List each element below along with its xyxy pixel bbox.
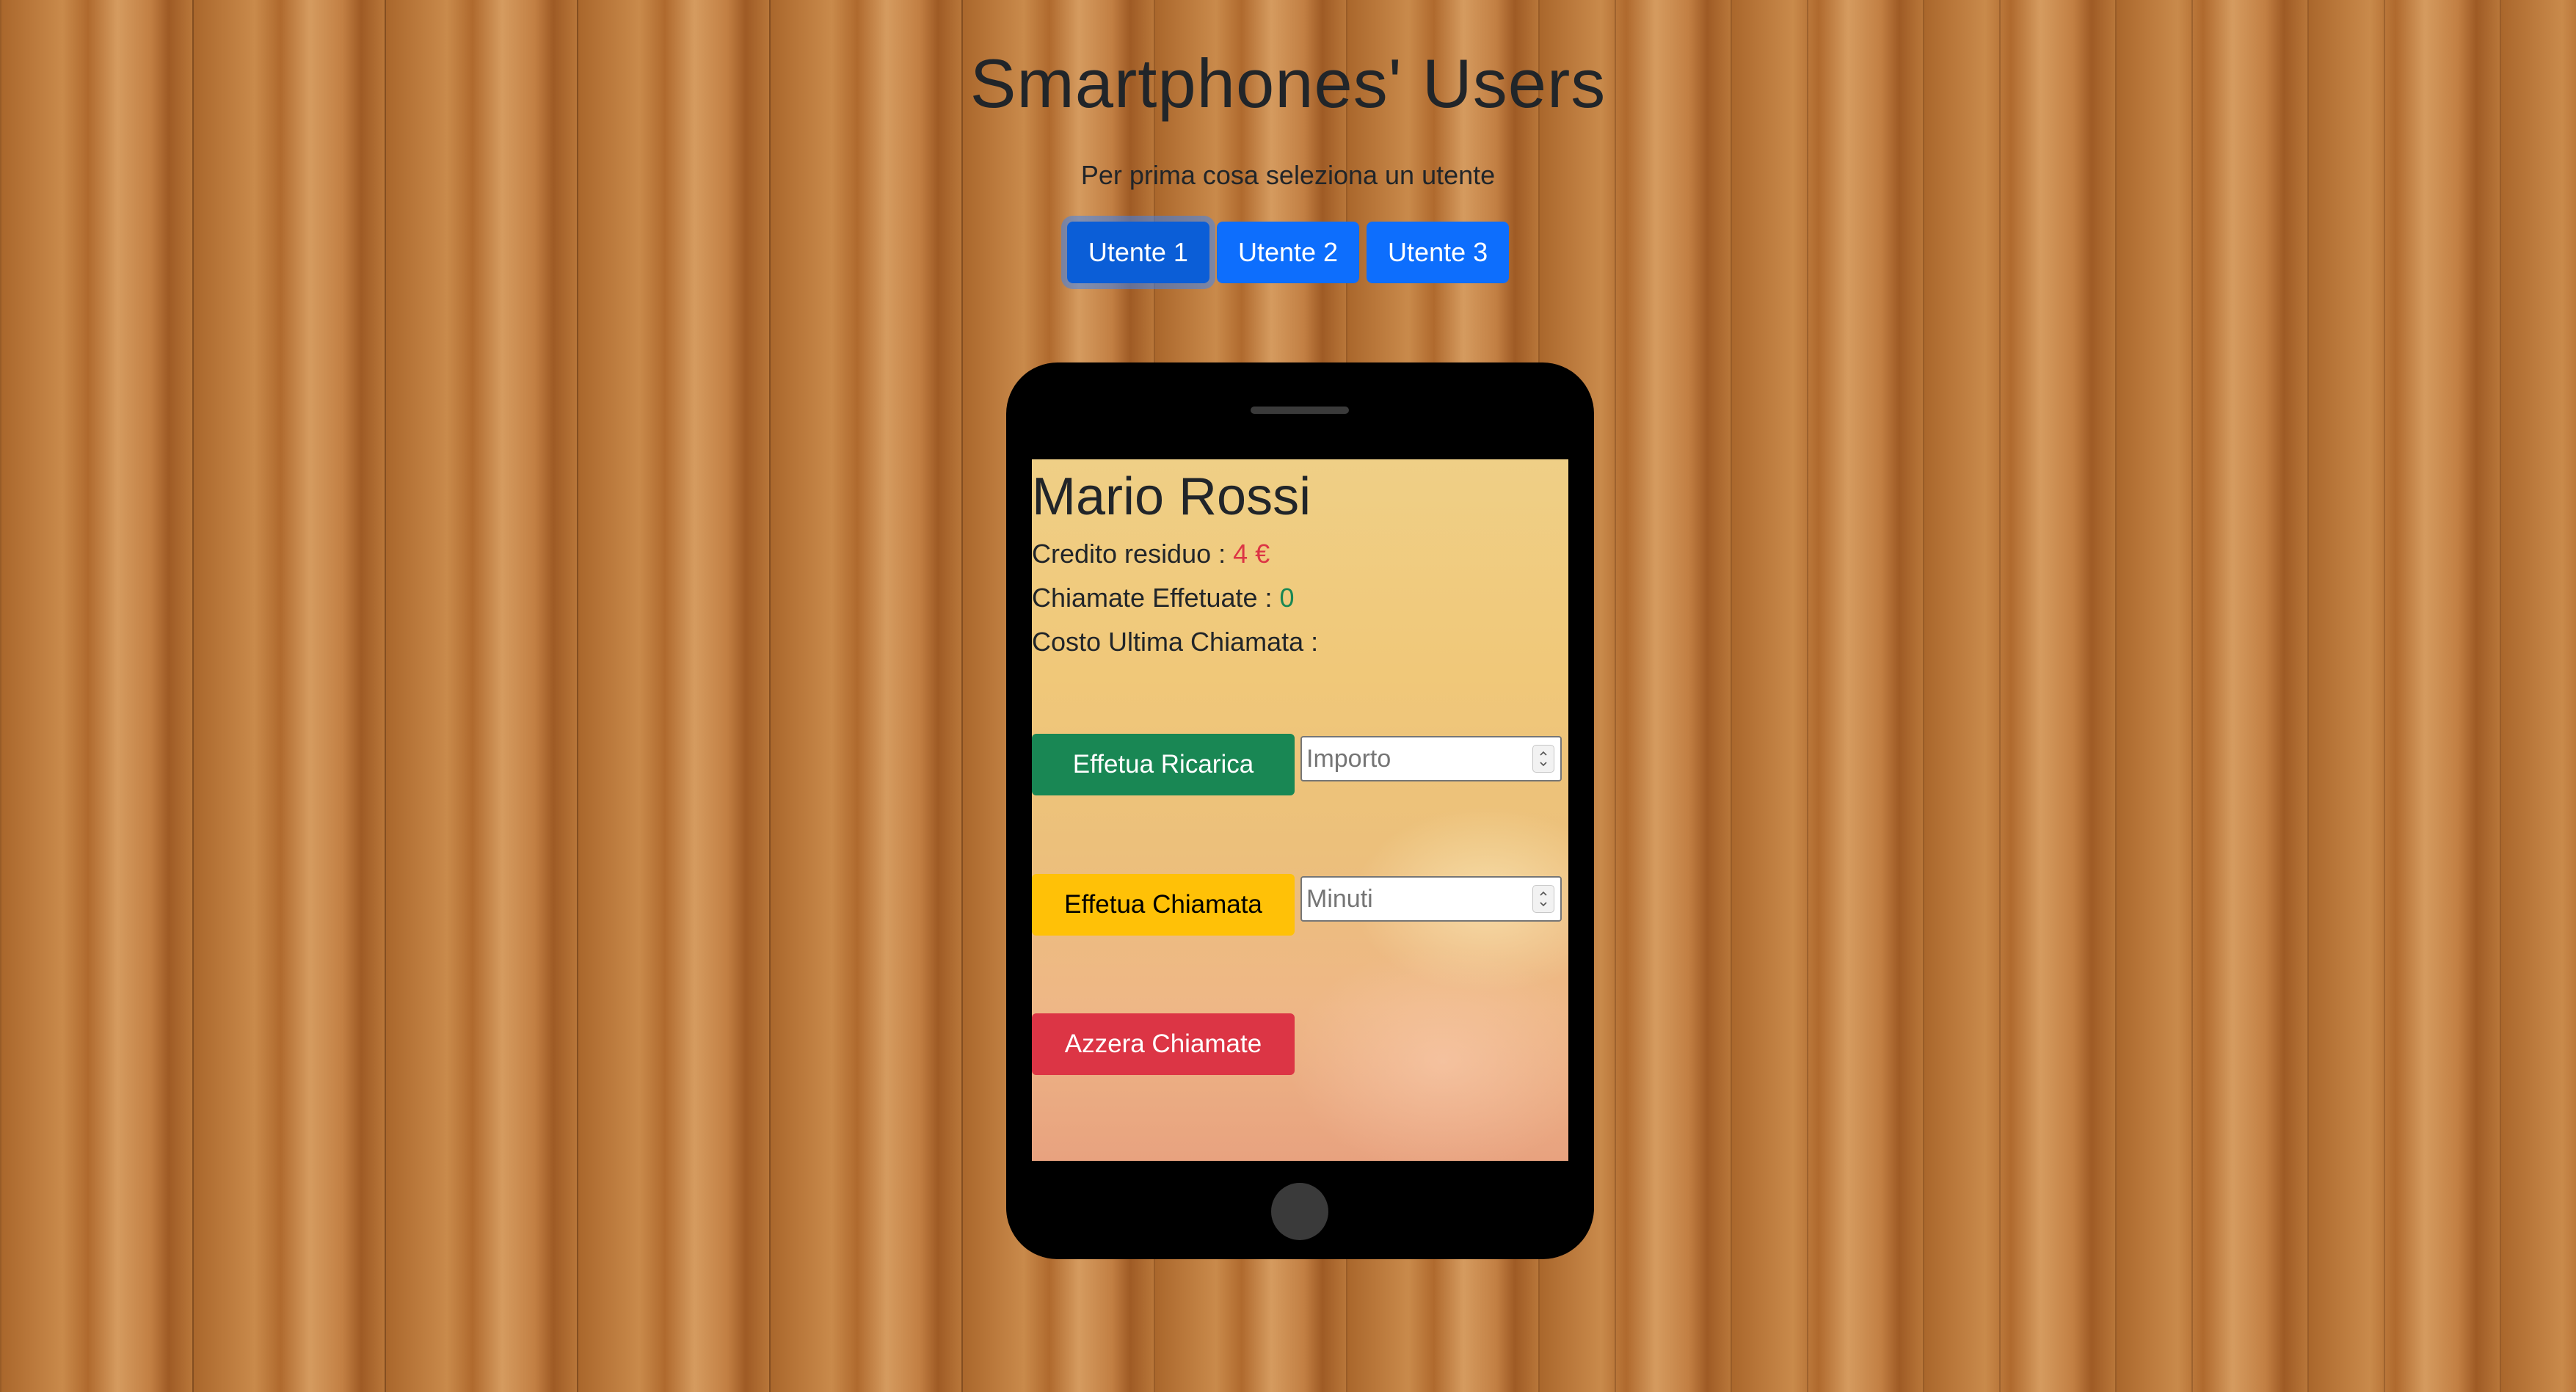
minutes-spinner[interactable] [1532,885,1554,913]
chevron-down-icon[interactable] [1539,759,1548,768]
credit-value: 4 € [1233,539,1270,569]
last-call-cost-line: Costo Ultima Chiamata : [1032,627,1318,657]
credit-label: Credito residuo : [1032,539,1234,569]
calls-value: 0 [1279,583,1295,613]
phone-home-button [1271,1183,1328,1240]
calls-label: Chiamate Effetuate : [1032,583,1280,613]
user-2-button[interactable]: Utente 2 [1216,222,1360,283]
amount-field [1300,736,1562,781]
phone-frame: Mario Rossi Credito residuo : 4 € Chiama… [1006,362,1594,1259]
user-selector: Utente 1 Utente 2 Utente 3 [0,222,2576,283]
chevron-down-icon[interactable] [1539,900,1548,908]
chevron-up-icon[interactable] [1539,889,1548,898]
page-title: Smartphones' Users [969,45,1607,122]
recharge-button[interactable]: Effetua Ricarica [1032,734,1295,795]
amount-input[interactable] [1306,742,1519,776]
reset-calls-button[interactable]: Azzera Chiamate [1032,1013,1295,1075]
phone-speaker [1251,407,1349,414]
minutes-input[interactable] [1306,882,1519,916]
calls-line: Chiamate Effetuate : 0 [1032,583,1295,613]
minutes-field [1300,876,1562,922]
user-3-button[interactable]: Utente 3 [1367,222,1510,283]
user-1-button[interactable]: Utente 1 [1066,222,1209,283]
call-button[interactable]: Effetua Chiamata [1032,874,1295,936]
amount-spinner[interactable] [1532,745,1554,773]
phone-screen: Mario Rossi Credito residuo : 4 € Chiama… [1032,459,1568,1161]
last-call-cost-label: Costo Ultima Chiamata : [1032,627,1319,657]
page-subtitle: Per prima cosa seleziona un utente [1080,160,1496,190]
user-name: Mario Rossi [1032,467,1311,526]
chevron-up-icon[interactable] [1539,749,1548,758]
credit-line: Credito residuo : 4 € [1032,539,1270,569]
